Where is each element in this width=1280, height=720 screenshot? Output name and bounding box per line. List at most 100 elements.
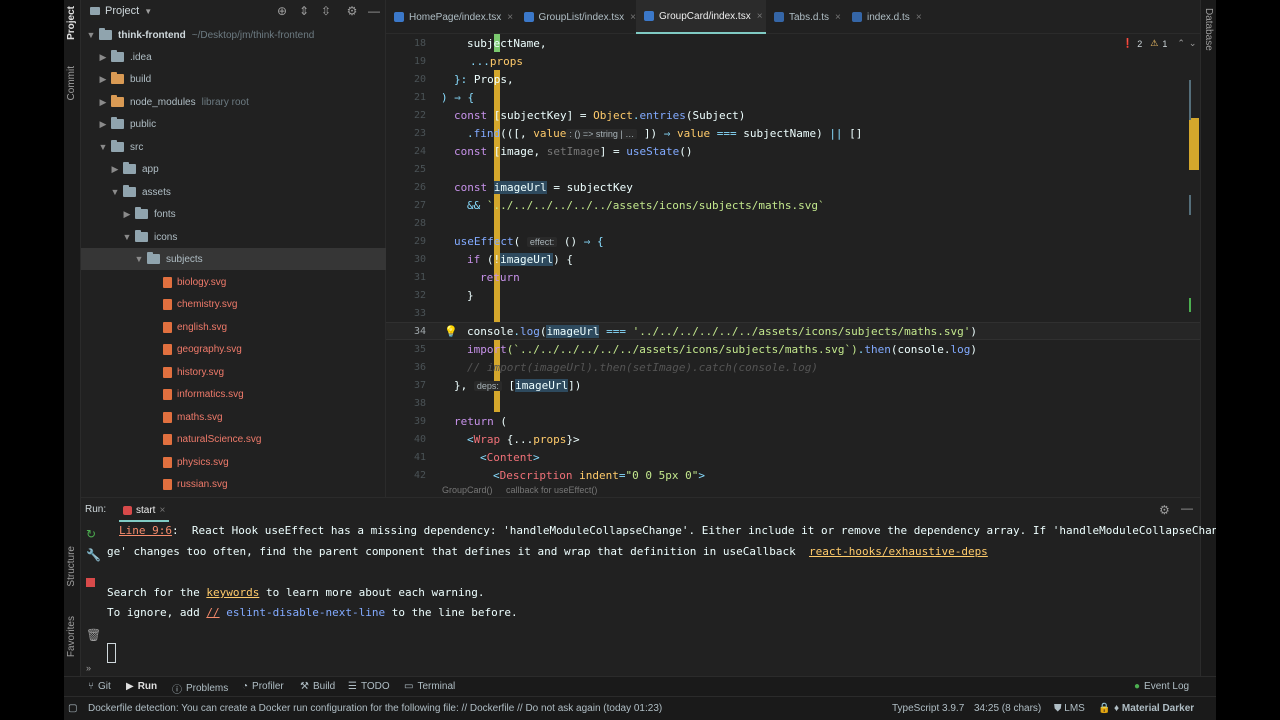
tree-item-file[interactable]: russian.svg	[81, 473, 386, 495]
tree-item-file[interactable]: biology.svg	[81, 271, 386, 293]
project-tool-tab[interactable]: Project	[66, 6, 77, 40]
tool-window-todo[interactable]: ☰ TODO	[348, 681, 390, 692]
tool-window-label: TODO	[360, 681, 390, 692]
hide-icon[interactable]: —	[1181, 501, 1193, 515]
tree-item-file[interactable]: naturalScience.svg	[81, 428, 386, 450]
git-branch-icon: ⑂	[88, 681, 94, 692]
code-text: && `../../../../../../assets/icons/subje…	[467, 198, 825, 212]
profiler-icon: ◔	[242, 681, 249, 692]
rerun-icon[interactable]: ↻	[86, 527, 98, 541]
tree-item-public[interactable]: ▶ public	[81, 113, 386, 135]
lock-icon[interactable]: 🔒	[1098, 703, 1110, 714]
tab-homepage-index[interactable]: HomePage/index.tsx ×	[386, 0, 516, 34]
code-line: 32 }	[386, 286, 1200, 304]
code-line: 24 const [image, setImage] = useState()	[386, 142, 1200, 160]
tab-groupcard-index[interactable]: GroupCard/index.tsx ×	[636, 0, 766, 34]
more-icon[interactable]: »	[86, 663, 98, 675]
close-icon[interactable]: ×	[916, 12, 922, 23]
typescript-version[interactable]: TypeScript 3.9.7	[892, 703, 964, 714]
status-message[interactable]: Dockerfile detection: You can create a D…	[88, 703, 662, 714]
tree-item-fonts[interactable]: ▶ fonts	[81, 203, 386, 225]
svg-file-icon	[163, 366, 172, 378]
tree-item-node-modules[interactable]: ▶ node_modules library root	[81, 91, 386, 113]
tab-grouplist-index[interactable]: GroupList/index.tsx ×	[516, 0, 636, 34]
collapse-all-icon[interactable]: ⇳	[320, 5, 332, 17]
tab-run-start[interactable]: start ×	[119, 500, 170, 522]
tab-tabs-dts[interactable]: Tabs.d.ts ×	[766, 0, 844, 34]
chevron-down-icon: ▼	[98, 142, 108, 152]
tsx-file-icon	[524, 12, 534, 22]
tree-item-label: src	[130, 141, 144, 153]
tool-window-label: Profiler	[252, 681, 284, 692]
project-view-selector[interactable]: Project ▼	[90, 5, 152, 17]
tree-item-file[interactable]: chemistry.svg	[81, 293, 386, 315]
typescript-definition-icon	[774, 12, 784, 22]
folder-icon	[147, 252, 160, 264]
tree-item-app[interactable]: ▶ app	[81, 158, 386, 180]
gear-icon[interactable]: ⚙	[1159, 503, 1170, 517]
tool-window-event-log[interactable]: ● Event Log	[1134, 681, 1189, 692]
tool-window-profiler[interactable]: ◔ Profiler	[242, 681, 284, 692]
console-warning-line: Line 9:6: React Hook useEffect has a mis…	[119, 524, 1216, 537]
tree-item-file[interactable]: geography.svg	[81, 338, 386, 360]
tool-window-problems[interactable]: ⓘ Problems	[172, 681, 228, 696]
chevron-down-icon: ▼	[144, 6, 153, 16]
trash-icon[interactable]: 🗑	[86, 628, 101, 642]
lightbulb-icon[interactable]: 💡	[444, 325, 458, 338]
tree-item-think-frontend[interactable]: ▼ think-frontend ~/Desktop/jm/think-fron…	[81, 24, 386, 46]
breadcrumb-item[interactable]: GroupCard()	[442, 485, 493, 495]
database-tool-tab[interactable]: Database	[1203, 8, 1214, 51]
gear-icon[interactable]: ⚙	[346, 5, 358, 17]
rule-link[interactable]: react-hooks/exhaustive-deps	[809, 545, 988, 558]
theme-widget[interactable]: ♦ Material Darker	[1114, 703, 1194, 714]
tree-item-assets[interactable]: ▼ assets	[81, 181, 386, 203]
close-icon[interactable]: ×	[507, 12, 513, 23]
tree-item-build[interactable]: ▶ build	[81, 68, 386, 90]
tree-item-file[interactable]: physics.svg	[81, 451, 386, 473]
source-link[interactable]: Line 9:6	[119, 524, 172, 537]
code-text: }, deps: [imageUrl])	[454, 378, 582, 392]
scrollbar-thumb[interactable]	[1189, 118, 1199, 170]
close-icon[interactable]: ×	[159, 505, 165, 516]
tree-item-src[interactable]: ▼ src	[81, 136, 386, 158]
tree-item-file[interactable]: history.svg	[81, 361, 386, 383]
tool-window-run[interactable]: ▶ Run	[126, 681, 157, 692]
tool-window-terminal[interactable]: ▭ Terminal	[404, 681, 455, 692]
tree-item-icons[interactable]: ▼ icons	[81, 226, 386, 248]
cursor-position[interactable]: 34:25 (8 chars)	[974, 703, 1041, 714]
svg-file-icon	[163, 411, 172, 423]
wrench-icon[interactable]: 🔧	[86, 548, 101, 562]
project-panel-header: Project ▼ ⊕ ⇕ ⇳ ⚙ —	[81, 0, 386, 24]
tree-item-file[interactable]: informatics.svg	[81, 383, 386, 405]
expand-all-icon[interactable]: ⇕	[298, 5, 310, 17]
commit-tool-tab[interactable]: Commit	[66, 66, 77, 100]
favorites-tool-tab[interactable]: Favorites	[66, 616, 77, 657]
hide-icon[interactable]: —	[368, 5, 380, 17]
structure-tool-tab[interactable]: Structure	[66, 546, 77, 587]
run-tab-label: start	[136, 504, 156, 516]
breadcrumb: GroupCard() callback for useEffect()	[386, 484, 1200, 497]
scroll-marker	[1189, 195, 1191, 215]
tab-label: GroupList/index.tsx	[538, 11, 625, 23]
tree-item-file[interactable]: maths.svg	[81, 406, 386, 428]
tab-index-dts[interactable]: index.d.ts ×	[844, 0, 924, 34]
console-cursor[interactable]	[107, 643, 116, 663]
tool-window-label: Event Log	[1144, 681, 1190, 692]
tree-item-idea[interactable]: ▶ .idea	[81, 46, 386, 68]
tool-window-git[interactable]: ⑂ Git	[88, 681, 111, 692]
console-warning-line: ge' changes too often, find the parent c…	[107, 545, 988, 558]
locate-icon[interactable]: ⊕	[276, 5, 288, 17]
line-number: 29	[413, 235, 426, 247]
code-line: 42 <Description indent="0 0 5px 0">	[386, 466, 1200, 484]
breadcrumb-item[interactable]: callback for useEffect()	[506, 485, 597, 495]
close-icon[interactable]: ×	[757, 11, 763, 22]
tool-window-build[interactable]: ⚒ Build	[300, 681, 335, 692]
tree-item-subjects[interactable]: ▼ subjects	[81, 248, 386, 270]
stop-icon[interactable]	[86, 578, 95, 587]
keywords-link[interactable]: keywords	[206, 586, 259, 599]
lms-widget[interactable]: ⛊ LMS	[1054, 703, 1085, 714]
close-icon[interactable]: ×	[835, 12, 841, 23]
tree-item-file[interactable]: english.svg	[81, 316, 386, 338]
info-icon: ⓘ	[172, 685, 182, 696]
code-area[interactable]: 18 subjectName, 19 ...props 20 }: Props,…	[386, 34, 1200, 484]
